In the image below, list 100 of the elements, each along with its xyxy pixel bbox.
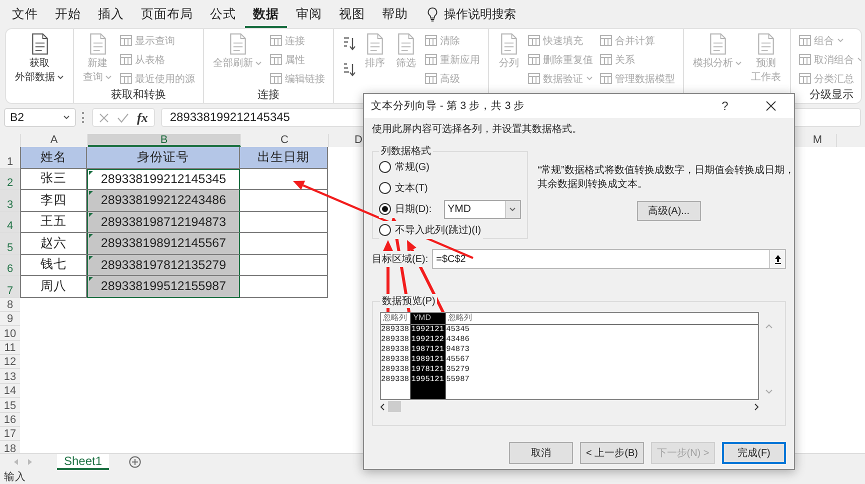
table-icon <box>270 35 282 46</box>
table-icon <box>425 35 437 46</box>
table-icon <box>120 35 132 46</box>
dialog-button[interactable]: 取消 <box>509 442 573 464</box>
table-cell[interactable] <box>240 233 328 254</box>
help-button[interactable]: ? <box>702 94 748 118</box>
ribbon-tab[interactable]: 文件 <box>4 2 46 28</box>
table-icon <box>120 54 132 65</box>
row-header[interactable]: 17 <box>0 427 20 442</box>
radio-button[interactable] <box>379 161 391 173</box>
row-header[interactable]: 4 <box>0 212 20 233</box>
table-icon <box>600 35 612 46</box>
date-format-dropdown[interactable]: YMD <box>444 200 521 218</box>
document-icon <box>755 32 777 56</box>
ribbon-button[interactable]: 获取 外部数据 <box>14 31 65 85</box>
caret-icon <box>63 115 70 120</box>
document-icon <box>364 32 386 56</box>
row-header[interactable]: 14 <box>0 384 20 398</box>
table-cell: 张三 <box>20 168 87 190</box>
lightbulb-icon[interactable] <box>427 7 438 22</box>
table-cell[interactable]: 289338199212243486 <box>87 190 240 212</box>
radio-button[interactable] <box>379 182 391 194</box>
table-cell[interactable] <box>240 254 328 276</box>
row-header[interactable]: 16 <box>0 412 20 428</box>
preview-column-header[interactable]: 忽略列 <box>446 313 758 325</box>
insert-function-button[interactable]: fx <box>137 110 148 126</box>
table-icon <box>600 73 612 84</box>
preview-column-header[interactable]: YMD <box>411 313 446 325</box>
radio-button[interactable] <box>379 203 391 215</box>
instruction-text: 使用此屏内容可选择各列，并设置其数据格式。 <box>372 124 583 136</box>
table-icon <box>600 54 612 65</box>
sort-ascending-icon[interactable] <box>342 36 356 52</box>
table-cell[interactable]: 289338198712194873 <box>87 212 240 233</box>
advanced-button[interactable]: 高级(A)... <box>636 201 700 221</box>
row-header[interactable]: 6 <box>0 254 20 276</box>
table-icon <box>528 35 540 46</box>
row-header[interactable]: 7 <box>0 276 20 298</box>
table-cell[interactable] <box>240 212 328 233</box>
destination-field[interactable]: =$C$2 <box>432 249 786 269</box>
column-header[interactable]: M <box>799 134 837 147</box>
ribbon-tab[interactable]: 帮助 <box>374 2 416 28</box>
dialog-title: 文本分列向导 - 第 3 步，共 3 步 <box>371 99 526 113</box>
ribbon-tab[interactable]: 审阅 <box>288 2 330 28</box>
document-icon <box>395 32 417 56</box>
dialog-button[interactable]: 完成(F) <box>722 442 786 464</box>
close-icon <box>766 101 776 111</box>
name-box[interactable]: B2 <box>4 108 76 127</box>
ribbon-tab[interactable]: 开始 <box>47 2 89 28</box>
radio-option[interactable]: 常规(G) <box>379 158 432 176</box>
group-label: 列数据格式 <box>379 144 433 158</box>
row-header[interactable]: 11 <box>0 340 20 356</box>
cancel-icon[interactable] <box>99 112 109 122</box>
check-icon[interactable] <box>117 112 129 122</box>
collapse-icon[interactable] <box>774 254 782 264</box>
scroll-left-icon[interactable] <box>380 402 385 410</box>
header-cell: 姓名 <box>20 147 87 168</box>
group-label: 分级显示 <box>808 89 854 102</box>
caret-icon <box>255 61 262 66</box>
radio-option[interactable]: 不导入此列(跳过)(I) <box>379 221 484 239</box>
table-cell[interactable]: 289338197812135279 <box>87 254 240 276</box>
ribbon-tab[interactable]: 插入 <box>90 2 132 28</box>
caret-icon <box>57 75 64 80</box>
row-header[interactable]: 5 <box>0 233 20 254</box>
sheet-tab[interactable]: Sheet1 <box>57 454 110 470</box>
row-header[interactable]: 3 <box>0 190 20 212</box>
row-header[interactable]: 1 <box>0 147 20 168</box>
plus-icon <box>129 456 142 468</box>
radio-option[interactable]: 日期(D): <box>379 200 434 218</box>
row-header[interactable]: 18 <box>0 441 20 453</box>
row-header[interactable]: 13 <box>0 369 20 384</box>
ribbon-tab[interactable]: 公式 <box>202 2 244 28</box>
group-label: 数据预览(P) <box>380 294 438 308</box>
column-header[interactable]: B <box>88 134 241 147</box>
table-cell[interactable]: 289338199512155987 <box>87 276 240 298</box>
caret-icon <box>105 75 112 80</box>
row-header[interactable]: 10 <box>0 326 20 341</box>
row-header[interactable]: 15 <box>0 398 20 413</box>
row-header[interactable]: 8 <box>0 298 20 312</box>
scrollbar-thumb[interactable] <box>388 401 401 412</box>
table-icon <box>528 73 540 84</box>
row-header[interactable]: 2 <box>0 168 20 190</box>
table-icon <box>425 54 437 65</box>
radio-button[interactable] <box>379 224 391 236</box>
tell-me-search[interactable]: 操作说明搜索 <box>444 6 516 23</box>
row-header[interactable]: 9 <box>0 312 20 326</box>
sort-descending-icon[interactable] <box>342 62 356 78</box>
add-sheet-button[interactable] <box>129 456 142 468</box>
row-header[interactable]: 12 <box>0 355 20 370</box>
document-icon <box>498 32 520 56</box>
preview-column-header[interactable]: 忽略列 <box>381 313 410 325</box>
ribbon-tab[interactable]: 视图 <box>331 2 373 28</box>
ribbon-tab[interactable]: 页面布局 <box>133 2 201 28</box>
table-cell[interactable] <box>240 190 328 212</box>
status-mode: 输入 <box>4 470 26 484</box>
caret-icon <box>837 38 844 43</box>
scroll-right-icon[interactable] <box>754 402 759 410</box>
table-cell[interactable] <box>240 276 328 298</box>
radio-option[interactable]: 文本(T) <box>379 179 430 197</box>
table-cell[interactable]: 289338198912145567 <box>87 233 240 254</box>
dialog-button[interactable]: < 上一步(B) <box>580 442 644 464</box>
